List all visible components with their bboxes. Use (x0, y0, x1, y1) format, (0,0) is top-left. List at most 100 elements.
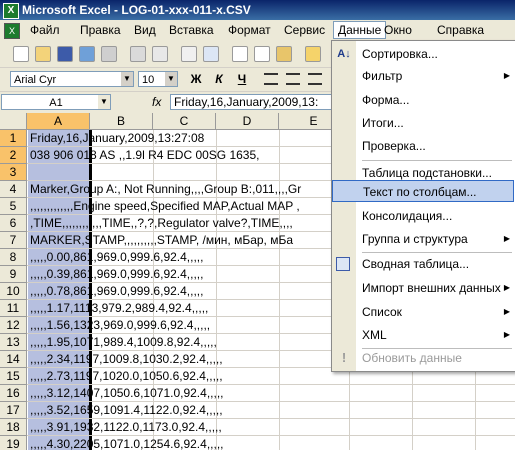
column-header-c[interactable]: C (153, 113, 216, 130)
function-icon[interactable]: fx (152, 95, 161, 109)
row-header[interactable]: 12 (0, 317, 27, 334)
menu-item-group-outline[interactable]: Группа и структура ▶ (356, 228, 515, 250)
menu-file[interactable]: Файл (30, 23, 60, 37)
document-icon[interactable]: X (4, 23, 20, 39)
sort-az-icon: A↓ (337, 48, 351, 60)
menu-insert[interactable]: Вставка (169, 23, 214, 37)
bold-button[interactable]: Ж (188, 71, 204, 87)
row-header[interactable]: 19 (0, 436, 27, 450)
row-header[interactable]: 1 (0, 130, 27, 147)
paste-icon[interactable] (276, 46, 292, 62)
menu-view[interactable]: Вид (134, 23, 156, 37)
menu-format[interactable]: Формат (228, 23, 271, 37)
font-size-select[interactable]: 10 ▼ (138, 71, 178, 87)
row-header[interactable]: 2 (0, 147, 27, 164)
menu-item-consolidate[interactable]: Консолидация... (356, 205, 515, 227)
column-header-d[interactable]: D (216, 113, 279, 130)
menu-bar: X Файл Правка Вид Вставка Формат Сервис … (0, 20, 515, 40)
italic-button[interactable]: К (211, 71, 227, 87)
print-icon[interactable] (130, 46, 146, 62)
row-header[interactable]: 4 (0, 181, 27, 198)
cell-a-text[interactable]: ,,,,,0.78,861,969.0,999.6,92.4,,,,, (30, 283, 203, 300)
menu-item-label: Список (362, 305, 402, 319)
copy-icon[interactable] (254, 46, 270, 62)
cell-a-text[interactable]: 038 906 018 AS ,,1.9l R4 EDC 00SG 1635, (30, 147, 260, 164)
menu-item-pivot-table[interactable]: Сводная таблица... (356, 253, 515, 275)
menu-help[interactable]: Справка (437, 23, 484, 37)
chevron-down-icon: ▼ (98, 95, 110, 109)
research-icon[interactable] (203, 46, 219, 62)
cell-a-text[interactable]: ,,,,,1.17,1113,979.2,989.4,92.4,,,,, (30, 300, 208, 317)
print-preview-icon[interactable] (152, 46, 168, 62)
permission-icon[interactable] (79, 46, 95, 62)
select-all-corner[interactable] (0, 113, 27, 130)
row-header[interactable]: 9 (0, 266, 27, 283)
submenu-arrow-icon: ▶ (503, 307, 510, 316)
column-header-b[interactable]: B (90, 113, 153, 130)
align-right-icon[interactable] (308, 73, 322, 85)
align-center-icon[interactable] (286, 73, 300, 85)
menu-item-filter[interactable]: Фильтр ▶ (356, 65, 515, 87)
menu-data[interactable]: Данные (333, 21, 387, 39)
new-document-icon[interactable] (13, 46, 29, 62)
row-header[interactable]: 14 (0, 351, 27, 368)
menu-item-text-to-columns[interactable]: Текст по столбцам... (332, 180, 514, 202)
row-header[interactable]: 15 (0, 368, 27, 385)
menu-item-label: XML (362, 328, 387, 342)
cell-a-text[interactable]: ,,,,,1.56,1323,969.0,999.6,92.4,,,,, (30, 317, 210, 334)
row-header[interactable]: 17 (0, 402, 27, 419)
open-folder-icon[interactable] (35, 46, 51, 62)
row-header[interactable]: 8 (0, 249, 27, 266)
row-header[interactable]: 11 (0, 300, 27, 317)
menu-item-subtotals[interactable]: Итоги... (356, 112, 515, 134)
save-icon[interactable] (57, 46, 73, 62)
cell-a-text[interactable]: ,,,,,3.12,1407,1050.6,1071.0,92.4,,,,, (30, 385, 224, 402)
row-header[interactable]: 6 (0, 215, 27, 232)
menu-item-xml[interactable]: XML ▶ (356, 324, 515, 346)
pivot-table-icon (336, 257, 350, 271)
name-box[interactable]: A1 ▼ (1, 94, 111, 110)
gridline (279, 130, 280, 450)
title-bar: X Microsoft Excel - LOG-01-xxx-011-x.CSV (0, 0, 515, 20)
menu-item-validation[interactable]: Проверка... (356, 135, 515, 157)
menu-item-import-external-data[interactable]: Импорт внешних данных ▶ (356, 277, 515, 299)
menu-item-refresh-data: Обновить данные (362, 351, 462, 365)
cut-icon[interactable] (232, 46, 248, 62)
menu-tools[interactable]: Сервис (284, 23, 325, 37)
format-painter-icon[interactable] (305, 46, 321, 62)
menu-item-list[interactable]: Список ▶ (356, 301, 515, 323)
menu-item-sort[interactable]: Сортировка... (356, 43, 515, 65)
cell-a-text[interactable]: ,,,,,,,,,,,,,Engine speed,Specified MAP,… (30, 198, 300, 215)
menu-window[interactable]: Окно (384, 23, 412, 37)
data-menu-dropdown: A↓ Сортировка... Фильтр ▶ Форма... Итоги… (331, 40, 515, 372)
underline-button[interactable]: Ч (234, 71, 250, 87)
row-header[interactable]: 7 (0, 232, 27, 249)
cell-a-text[interactable]: ,,,,,2.73,1197,1020.0,1050.6,92.4,,,,, (30, 368, 223, 385)
row-header[interactable]: 18 (0, 419, 27, 436)
cell-a-text[interactable]: ,,,,,4.30,2205,1071.0,1254.6,92.4,,,,, (30, 436, 224, 450)
email-icon[interactable] (101, 46, 117, 62)
menu-item-form[interactable]: Форма... (356, 89, 515, 111)
cell-a-text[interactable]: MARKER,STAMP,,,,,,,,,,STAMP, /мин, мБар,… (30, 232, 293, 249)
spelling-icon[interactable] (181, 46, 197, 62)
cell-a-text[interactable]: ,,,,,0.39,861,969.0,999.6,92.4,,,,, (30, 266, 203, 283)
submenu-arrow-icon: ▶ (503, 283, 510, 292)
row-header[interactable]: 5 (0, 198, 27, 215)
align-left-icon[interactable] (264, 73, 278, 85)
cell-a-text[interactable]: ,TIME,,,,,,,,,,,,TIME,,?,?,Regulator val… (30, 215, 293, 232)
row-header[interactable]: 10 (0, 283, 27, 300)
row-header[interactable]: 16 (0, 385, 27, 402)
row-header[interactable]: 3 (0, 164, 27, 181)
cell-a-text[interactable]: ,,,,,1.95,1071,989.4,1009.8,92.4,,,,, (30, 334, 217, 351)
excel-icon: X (3, 3, 19, 19)
cell-a-text[interactable]: ,,,,,3.52,1659,1091.4,1122.0,92.4,,,,, (30, 402, 223, 419)
cell-a-text[interactable]: ,,,,,0.00,861,969.0,999.6,92.4,,,,, (30, 249, 203, 266)
font-name-select[interactable]: Arial Cyr ▼ (10, 71, 134, 87)
cell-a-text[interactable]: Friday,16,January,2009,13:27:08 (30, 130, 204, 147)
cell-a-text[interactable]: ,,,,,3.91,1932,1122.0,1173.0,92.4,,,,, (30, 419, 222, 436)
menu-edit[interactable]: Правка (80, 23, 121, 37)
row-header[interactable]: 13 (0, 334, 27, 351)
column-header-a[interactable]: A (27, 113, 90, 130)
cell-a-text[interactable]: Marker,Group A:, Not Running,,,,Group B:… (30, 181, 301, 198)
cell-a-text[interactable]: ,,,,,2.34,1197,1009.8,1030.2,92.4,,,,, (30, 351, 223, 368)
